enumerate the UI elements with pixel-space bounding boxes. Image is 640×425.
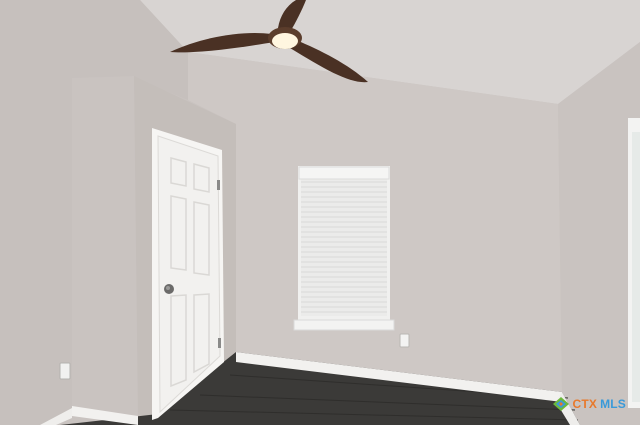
blind-slats bbox=[301, 181, 387, 313]
fan-light bbox=[272, 33, 298, 49]
watermark-brand-left: CTX bbox=[572, 397, 598, 411]
room-illustration bbox=[0, 0, 640, 425]
mls-watermark: CTX MLS bbox=[553, 397, 626, 411]
blind-headrail bbox=[298, 166, 390, 180]
door-hinge-top bbox=[217, 180, 220, 190]
ctxmls-logo-icon bbox=[553, 397, 570, 411]
closet-front-wall bbox=[72, 76, 138, 420]
watermark-brand-right: MLS bbox=[600, 397, 626, 411]
room-photo: CTX MLS bbox=[0, 0, 640, 425]
wall-outlet-left bbox=[59, 362, 71, 380]
door-knob-highlight bbox=[166, 286, 170, 290]
right-wall bbox=[558, 42, 640, 425]
door-hinge-bottom bbox=[218, 338, 221, 348]
right-window-glass bbox=[632, 132, 640, 402]
window-sill bbox=[293, 319, 395, 331]
wall-outlet-back bbox=[399, 333, 410, 348]
